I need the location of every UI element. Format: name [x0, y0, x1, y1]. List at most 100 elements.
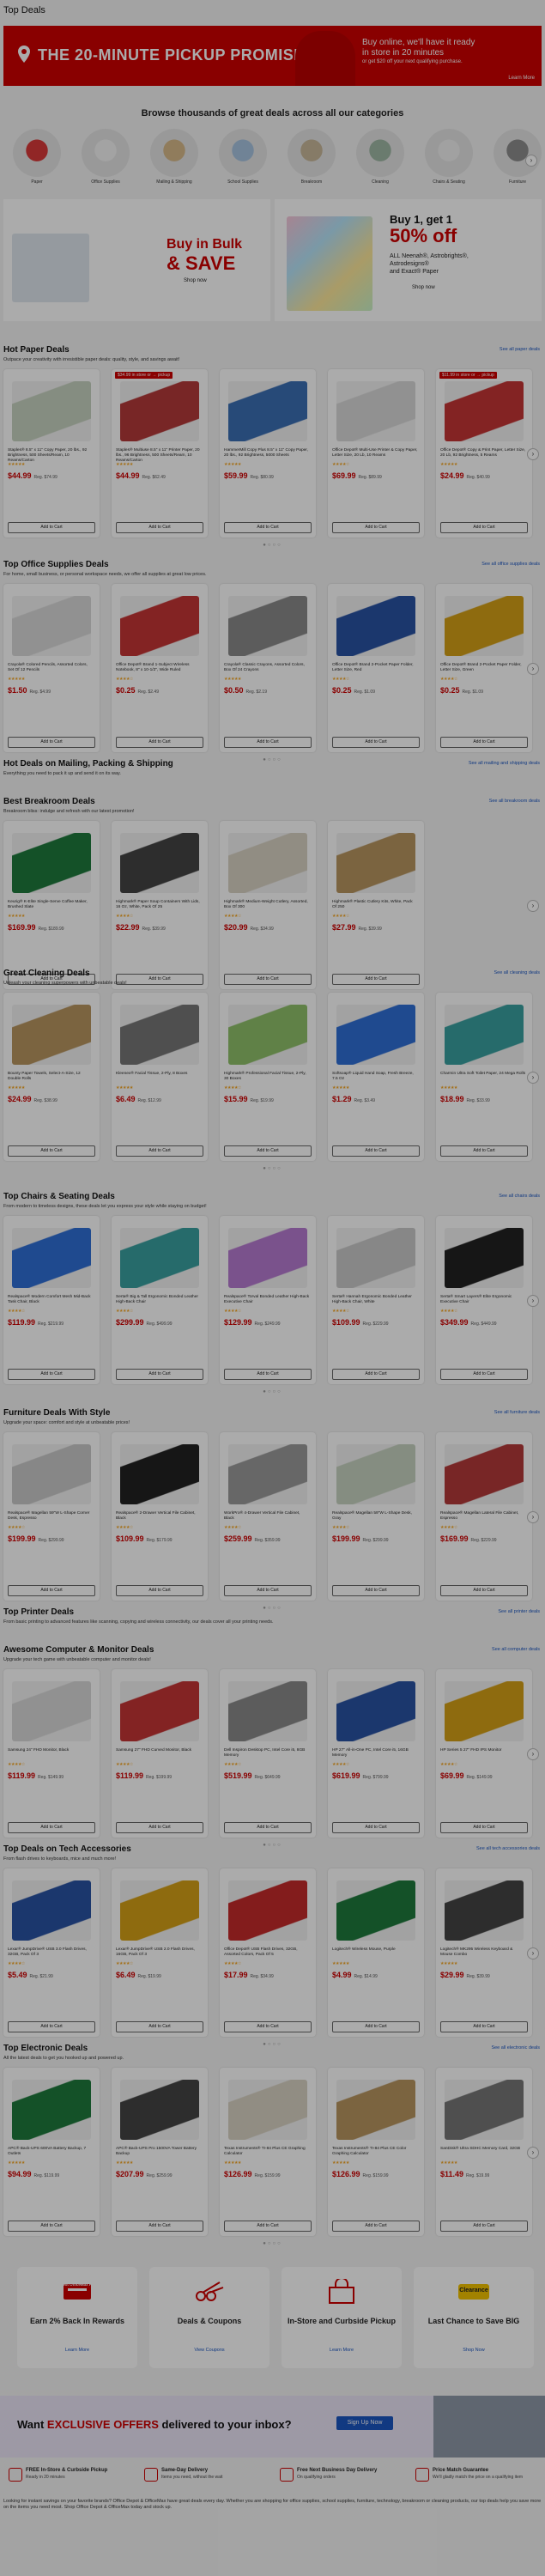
add-to-cart-button[interactable]: Add to Cart: [8, 2021, 95, 2032]
product-name[interactable]: Highmark® Medium-Weight Cutlery, Assorte…: [224, 900, 310, 910]
product-card[interactable]: Lexar® JumpDrive® USB 2.0 Flash Drives, …: [112, 1868, 208, 2037]
product-card[interactable]: Realspace® Torval Bonded Leather High-Ba…: [220, 1216, 316, 1384]
add-to-cart-button[interactable]: Add to Cart: [116, 737, 203, 748]
add-to-cart-button[interactable]: Add to Cart: [440, 2021, 528, 2032]
product-card[interactable]: Highmark® Plastic Cutlery Kits, White, P…: [328, 821, 424, 989]
product-name[interactable]: Realspace® Modern Comfort Mesh Mid-Back …: [8, 1295, 94, 1305]
product-name[interactable]: Softsoap® Liquid Hand Soap, Fresh Breeze…: [332, 1072, 418, 1082]
add-to-cart-button[interactable]: Add to Cart: [440, 1145, 528, 1157]
product-card[interactable]: Dell Inspiron Desktop PC, Intel Core i5,…: [220, 1669, 316, 1838]
add-to-cart-button[interactable]: Add to Cart: [224, 1585, 312, 1596]
section-best-breakroom-deals-see-all-link[interactable]: See all breakroom deals: [489, 799, 540, 804]
carousel-next-arrow-icon[interactable]: ›: [527, 448, 539, 460]
add-to-cart-button[interactable]: Add to Cart: [116, 522, 203, 533]
product-image[interactable]: [120, 2080, 199, 2140]
product-name[interactable]: WorkPro® 4-Drawer Vertical File Cabinet,…: [224, 1511, 310, 1522]
product-card[interactable]: Serta® Hannah Ergonomic Bonded Leather H…: [328, 1216, 424, 1384]
product-image[interactable]: [120, 1880, 199, 1941]
product-name[interactable]: Charmin Ultra Soft Toilet Paper, 24 Mega…: [440, 1072, 526, 1077]
product-card[interactable]: Charmin Ultra Soft Toilet Paper, 24 Mega…: [436, 993, 532, 1161]
section-hot-deals-on-mailing-packing-shipping-see-all-link[interactable]: See all mailing and shipping deals: [469, 761, 540, 766]
add-to-cart-button[interactable]: Add to Cart: [440, 522, 528, 533]
add-to-cart-button[interactable]: Add to Cart: [224, 1145, 312, 1157]
product-name[interactable]: Lexar® JumpDrive® USB 2.0 Flash Drives, …: [116, 1947, 202, 1958]
feature-2[interactable]: Same-Day Delivery Items you need, without…: [144, 2464, 273, 2490]
add-to-cart-button[interactable]: Add to Cart: [332, 974, 420, 985]
product-image[interactable]: [120, 596, 199, 656]
product-card[interactable]: Texas Instruments® TI-84 Plus CE Color G…: [328, 2068, 424, 2236]
product-card[interactable]: Highmark® Paper Soup Containers With Lid…: [112, 821, 208, 989]
add-to-cart-button[interactable]: Add to Cart: [116, 974, 203, 985]
category-paper[interactable]: Paper: [7, 129, 67, 185]
product-name[interactable]: Office Depot® Copy & Print Paper, Letter…: [440, 448, 526, 459]
product-image[interactable]: [120, 1444, 199, 1504]
carousel-next-arrow-icon[interactable]: ›: [527, 1748, 539, 1760]
product-card[interactable]: $11.99 in store or → pickup Office Depot®…: [436, 369, 532, 538]
section-top-chairs-seating-deals-see-all-link[interactable]: See all chairs deals: [499, 1194, 540, 1199]
product-name[interactable]: Highmark® Paper Soup Containers With Lid…: [116, 900, 202, 910]
carousel-pagination-dots[interactable]: ●○○○: [0, 543, 545, 548]
add-to-cart-button[interactable]: Add to Cart: [116, 1585, 203, 1596]
product-card[interactable]: Crayola® Colored Pencils, Assorted Color…: [3, 584, 100, 752]
product-image[interactable]: [12, 1681, 91, 1741]
product-image[interactable]: [12, 1228, 91, 1288]
section-top-printer-deals-see-all-link[interactable]: See all printer deals: [498, 1609, 540, 1614]
feature-1[interactable]: FREE In-Store & Curbside Pickup Ready in …: [9, 2464, 137, 2490]
product-image[interactable]: [12, 833, 91, 893]
product-image[interactable]: [336, 1005, 415, 1065]
add-to-cart-button[interactable]: Add to Cart: [116, 2021, 203, 2032]
product-name[interactable]: HP Series 5 27" FHD IPS Monitor: [440, 1748, 526, 1753]
product-name[interactable]: Crayola® Colored Pencils, Assorted Color…: [8, 663, 94, 673]
category-chairs-seating[interactable]: Chairs & Seating: [419, 129, 479, 185]
promo-tile-in-store-and-curbside-pickup[interactable]: In-Store and Curbside Pickup Learn More: [282, 2267, 402, 2368]
add-to-cart-button[interactable]: Add to Cart: [116, 1369, 203, 1380]
product-card[interactable]: HP 27" All-in-One PC, Intel Core i5, 16G…: [328, 1669, 424, 1838]
carousel-next-arrow-icon[interactable]: ›: [527, 1511, 539, 1523]
product-card[interactable]: Office Depot® Brand 1-Subject Wireless N…: [112, 584, 208, 752]
product-name[interactable]: Keurig® K-Elite Single-Serve Coffee Make…: [8, 900, 94, 910]
product-card[interactable]: Samsung 24" FHD Monitor, Black ★★★★☆ $119.…: [3, 1669, 100, 1838]
pickup-promise-banner[interactable]: THE 20-MINUTE PICKUP PROMISE Buy online,…: [3, 26, 542, 86]
add-to-cart-button[interactable]: Add to Cart: [8, 1145, 95, 1157]
product-card[interactable]: Highmark® Professional Facial Tissue, 2-…: [220, 993, 316, 1161]
section-great-cleaning-deals-see-all-link[interactable]: See all cleaning deals: [494, 970, 540, 975]
product-name[interactable]: Kleenex® Facial Tissue, 2-Ply, 8 Boxes: [116, 1072, 202, 1077]
promo-paper-bogo[interactable]: Buy 1, get 1 50% off ALL Neenah®, Astrob…: [275, 199, 542, 321]
product-image[interactable]: [228, 596, 307, 656]
carousel-pagination-dots[interactable]: ●○○○: [0, 1606, 545, 1611]
product-image[interactable]: [120, 1005, 199, 1065]
tile-link[interactable]: View Coupons: [149, 2348, 269, 2353]
category-school-supplies[interactable]: School Supplies: [213, 129, 273, 185]
product-image[interactable]: [120, 1681, 199, 1741]
add-to-cart-button[interactable]: Add to Cart: [116, 1145, 203, 1157]
product-card[interactable]: Texas Instruments® TI-84 Plus CE Graphin…: [220, 2068, 316, 2236]
add-to-cart-button[interactable]: Add to Cart: [8, 2221, 95, 2232]
product-name[interactable]: Office Depot® Brand 1-Subject Wireless N…: [116, 663, 202, 673]
product-image[interactable]: [336, 596, 415, 656]
add-to-cart-button[interactable]: Add to Cart: [224, 2221, 312, 2232]
product-image[interactable]: [228, 1880, 307, 1941]
add-to-cart-button[interactable]: Add to Cart: [440, 737, 528, 748]
section-top-electronic-deals-see-all-link[interactable]: See all electronic deals: [491, 2045, 540, 2050]
product-image[interactable]: [12, 2080, 91, 2140]
product-name[interactable]: Logitech® MK295 Wireless Keyboard & Mous…: [440, 1947, 526, 1958]
product-name[interactable]: Realspace® Torval Bonded Leather High-Ba…: [224, 1295, 310, 1305]
add-to-cart-button[interactable]: Add to Cart: [8, 1822, 95, 1833]
add-to-cart-button[interactable]: Add to Cart: [332, 1822, 420, 1833]
product-image[interactable]: [336, 1681, 415, 1741]
tile-link[interactable]: Shop Now: [414, 2348, 534, 2353]
product-name[interactable]: Logitech® Wireless Mouse, Purple: [332, 1947, 418, 1953]
category-office-supplies[interactable]: Office Supplies: [76, 129, 136, 185]
section-top-deals-on-tech-accessories-see-all-link[interactable]: See all tech accessories deals: [476, 1846, 540, 1851]
product-image[interactable]: [12, 381, 91, 441]
product-image[interactable]: [228, 381, 307, 441]
product-card[interactable]: Staples® 8.5" x 11" Copy Paper, 20 lbs.,…: [3, 369, 100, 538]
product-name[interactable]: Realspace® Magellan 59"W L-Shape Corner …: [8, 1511, 94, 1522]
product-image[interactable]: [12, 1444, 91, 1504]
add-to-cart-button[interactable]: Add to Cart: [8, 522, 95, 533]
product-card[interactable]: HammerMill Copy Plus 8.5" x 11" Copy Pap…: [220, 369, 316, 538]
product-image[interactable]: [336, 1228, 415, 1288]
categories-next-arrow-icon[interactable]: ›: [525, 155, 537, 167]
product-name[interactable]: SanDisk® Ultra SDHC Memory Card, 32GB: [440, 2147, 526, 2152]
add-to-cart-button[interactable]: Add to Cart: [332, 737, 420, 748]
